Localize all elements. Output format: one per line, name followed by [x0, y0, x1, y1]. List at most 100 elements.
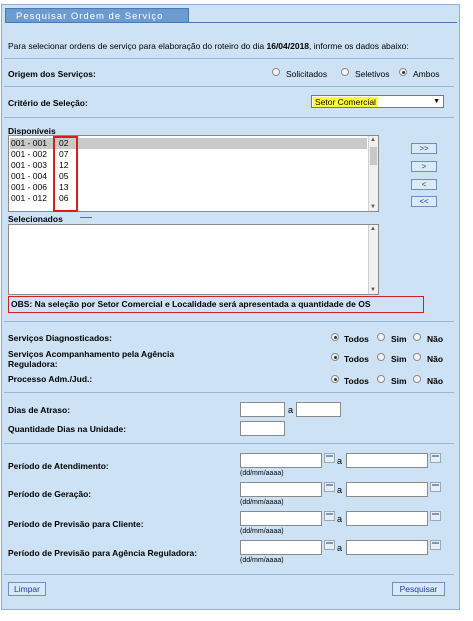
processo-sim-label: Sim	[391, 376, 407, 386]
scroll-up-icon[interactable]: ▲	[370, 226, 376, 232]
intro-date: 16/04/2018	[266, 41, 310, 51]
range-separator: a	[337, 485, 343, 495]
limpar-button[interactable]: Limpar	[8, 582, 46, 596]
servicos-acomp-label-2: Reguladora:	[8, 359, 58, 369]
highlight-box	[53, 136, 78, 212]
periodo-geracao-label: Período de Geração:	[8, 489, 92, 499]
processo-sim-radio[interactable]	[377, 375, 385, 383]
divider	[4, 117, 454, 118]
calendar-icon[interactable]	[430, 482, 441, 492]
periodo-geracao-from-input[interactable]	[240, 482, 322, 497]
scroll-down-icon[interactable]: ▼	[370, 204, 376, 210]
diag-nao-label: Não	[427, 334, 444, 344]
periodo-previsao-agencia-label: Período de Previsão para Agência Regulad…	[8, 548, 198, 558]
intro-suffix: , informe os dados abaixo:	[309, 41, 409, 51]
acomp-todos-label: Todos	[344, 354, 369, 364]
intro-text: Para selecionar ordens de serviço para e…	[8, 41, 409, 51]
servicos-acomp-label-1: Serviços Acompanhamento pela Agência	[8, 349, 175, 359]
acomp-nao-radio[interactable]	[413, 353, 421, 361]
date-format-hint: (dd/mm/aaaa)	[240, 470, 284, 477]
processo-nao-radio[interactable]	[413, 375, 421, 383]
periodo-geracao-to-input[interactable]	[346, 482, 428, 497]
add-all-button[interactable]: >>	[411, 143, 437, 154]
divider	[4, 443, 454, 444]
criterio-value: Setor Comercial	[313, 97, 378, 107]
chevron-down-icon: ▼	[433, 98, 440, 105]
calendar-icon[interactable]	[324, 453, 335, 463]
date-format-hint: (dd/mm/aaaa)	[240, 557, 284, 564]
diag-sim-radio[interactable]	[377, 333, 385, 341]
periodo-previsao-cliente-label: Período de Previsão para Cliente:	[8, 519, 144, 529]
dias-atraso-to-input[interactable]	[296, 402, 341, 417]
remove-all-button[interactable]: <<	[411, 196, 437, 207]
calendar-icon[interactable]	[324, 540, 335, 550]
calendar-icon[interactable]	[430, 453, 441, 463]
panel-title: Pesquisar Ordem de Serviço	[16, 11, 164, 22]
item-code: 001 - 001	[11, 138, 47, 148]
selecionados-label: Selecionados	[8, 214, 63, 224]
diag-sim-label: Sim	[391, 334, 407, 344]
calendar-icon[interactable]	[324, 511, 335, 521]
range-separator: a	[337, 543, 343, 553]
qtd-dias-label: Quantidade Dias na Unidade:	[8, 424, 127, 434]
divider	[4, 86, 454, 87]
item-code: 001 - 004	[11, 171, 47, 181]
divider	[4, 321, 454, 322]
periodo-atendimento-label: Período de Atendimento:	[8, 461, 109, 471]
calendar-icon[interactable]	[324, 482, 335, 492]
processo-todos-radio[interactable]	[331, 375, 339, 383]
diag-todos-label: Todos	[344, 334, 369, 344]
intro-prefix: Para selecionar ordens de serviço para e…	[8, 41, 265, 51]
item-code: 001 - 003	[11, 160, 47, 170]
obs-note: OBS: Na seleção por Setor Comercial e Lo…	[8, 296, 424, 313]
divider	[4, 574, 454, 575]
panel-title-bar: Pesquisar Ordem de Serviço	[5, 8, 189, 23]
title-underline	[189, 22, 457, 23]
divider	[4, 58, 454, 59]
acomp-nao-label: Não	[427, 354, 444, 364]
dias-atraso-from-input[interactable]	[240, 402, 285, 417]
origem-ambos-label: Ambos	[413, 69, 440, 79]
scroll-up-icon[interactable]: ▲	[370, 137, 376, 143]
range-separator: a	[337, 514, 343, 524]
divider	[4, 392, 454, 393]
origem-seletivos-label: Seletivos	[355, 69, 390, 79]
acomp-sim-radio[interactable]	[377, 353, 385, 361]
origem-solicitados-radio[interactable]	[272, 68, 280, 76]
calendar-icon[interactable]	[430, 511, 441, 521]
origem-solicitados-label: Solicitados	[286, 69, 328, 79]
acomp-todos-radio[interactable]	[331, 353, 339, 361]
scroll-down-icon[interactable]: ▼	[370, 287, 376, 293]
criterio-label: Critério de Seleção:	[8, 98, 88, 108]
scroll-thumb[interactable]	[370, 147, 377, 165]
diag-nao-radio[interactable]	[413, 333, 421, 341]
scrollbar[interactable]: ▲ ▼	[368, 225, 378, 294]
periodo-atendimento-from-input[interactable]	[240, 453, 322, 468]
criterio-select[interactable]: Setor Comercial ▼	[311, 95, 444, 108]
periodo-atendimento-to-input[interactable]	[346, 453, 428, 468]
origem-ambos-radio[interactable]	[399, 68, 407, 76]
scrollbar[interactable]: ▲ ▼	[368, 136, 378, 211]
selecionados-listbox[interactable]: ▲ ▼	[8, 224, 379, 295]
diag-todos-radio[interactable]	[331, 333, 339, 341]
date-format-hint: (dd/mm/aaaa)	[240, 499, 284, 506]
remove-button[interactable]: <	[411, 179, 437, 190]
item-code: 001 - 012	[11, 193, 47, 203]
calendar-icon[interactable]	[430, 540, 441, 550]
date-format-hint: (dd/mm/aaaa)	[240, 528, 284, 535]
pesquisar-button[interactable]: Pesquisar	[392, 582, 445, 596]
periodo-previsao-agencia-from-input[interactable]	[240, 540, 322, 555]
item-code: 001 - 002	[11, 149, 47, 159]
periodo-previsao-agencia-to-input[interactable]	[346, 540, 428, 555]
processo-label: Processo Adm./Jud.:	[8, 374, 93, 384]
dias-atraso-label: Dias de Atraso:	[8, 405, 71, 415]
periodo-previsao-cliente-to-input[interactable]	[346, 511, 428, 526]
qtd-dias-input[interactable]	[240, 421, 285, 436]
periodo-previsao-cliente-from-input[interactable]	[240, 511, 322, 526]
item-code: 001 - 006	[11, 182, 47, 192]
origem-label: Origem dos Serviços:	[8, 69, 96, 79]
processo-nao-label: Não	[427, 376, 444, 386]
servicos-diag-label: Serviços Diagnosticados:	[8, 333, 112, 343]
origem-seletivos-radio[interactable]	[341, 68, 349, 76]
add-button[interactable]: >	[411, 161, 437, 172]
